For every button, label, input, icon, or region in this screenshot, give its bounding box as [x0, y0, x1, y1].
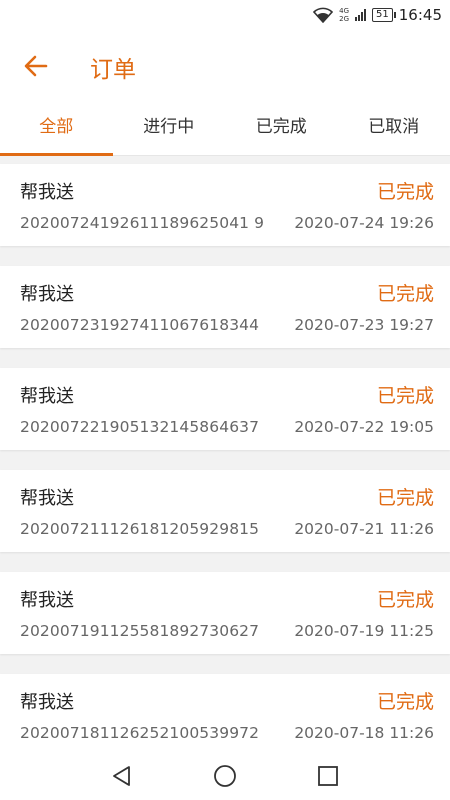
tab-completed[interactable]: 已完成 [225, 100, 338, 155]
page-title: 订单 [90, 57, 136, 83]
nav-recents-button[interactable] [315, 763, 341, 789]
nav-home-button[interactable] [212, 763, 238, 789]
wifi-icon [313, 7, 334, 23]
order-status: 已完成 [376, 181, 434, 203]
order-status: 已完成 [376, 691, 434, 713]
order-card[interactable]: 帮我送 已完成 202007211126181205929815 2020-07… [0, 470, 450, 552]
tab-all[interactable]: 全部 [0, 100, 113, 156]
order-number: 202007211126181205929815 [20, 520, 260, 538]
order-list: 帮我送 已完成 20200724192611189625041 9 2020-0… [0, 164, 450, 776]
triangle-back-icon [112, 766, 130, 786]
order-number: 202007231927411067618344 [20, 316, 260, 334]
system-nav-bar [0, 752, 450, 800]
network-type-bottom: 2G [339, 15, 350, 23]
order-title: 帮我送 [20, 182, 74, 203]
order-status: 已完成 [376, 385, 434, 407]
arrow-left-icon[interactable] [22, 54, 50, 78]
order-title: 帮我送 [20, 590, 74, 611]
order-number: 202007181126252100539972 [20, 724, 260, 742]
order-status: 已完成 [376, 487, 434, 509]
order-time: 2020-07-24 19:26 [294, 214, 434, 232]
battery-level: 51 [376, 9, 389, 20]
order-title: 帮我送 [20, 284, 74, 305]
order-card[interactable]: 帮我送 已完成 202007231927411067618344 2020-07… [0, 266, 450, 348]
order-card[interactable]: 帮我送 已完成 202007191125581892730627 2020-07… [0, 572, 450, 654]
order-time: 2020-07-21 11:26 [294, 520, 434, 538]
order-title: 帮我送 [20, 692, 74, 713]
order-card[interactable]: 帮我送 已完成 202007221905132145864637 2020-07… [0, 368, 450, 450]
order-card[interactable]: 帮我送 已完成 20200724192611189625041 9 2020-0… [0, 164, 450, 246]
nav-back-button[interactable] [109, 763, 135, 789]
order-number: 202007221905132145864637 [20, 418, 260, 436]
order-time: 2020-07-19 11:25 [294, 622, 434, 640]
square-recents-icon [318, 766, 339, 786]
order-title: 帮我送 [20, 488, 74, 509]
order-title: 帮我送 [20, 386, 74, 407]
order-status: 已完成 [376, 283, 434, 305]
order-time: 2020-07-23 19:27 [294, 316, 434, 334]
order-time: 2020-07-18 11:26 [294, 724, 434, 742]
clock: 16:45 [398, 6, 442, 24]
order-number: 20200724192611189625041 9 [20, 214, 265, 232]
network-type-top: 4G [339, 7, 350, 15]
tab-cancelled[interactable]: 已取消 [338, 100, 450, 155]
tab-in-progress[interactable]: 进行中 [113, 100, 226, 155]
app-header: 订单 [0, 30, 450, 100]
order-tabs: 全部 进行中 已完成 已取消 [0, 100, 450, 156]
order-number: 202007191125581892730627 [20, 622, 260, 640]
signal-icon [355, 9, 367, 21]
network-type: 4G 2G [339, 7, 349, 23]
order-status: 已完成 [376, 589, 434, 611]
circle-home-icon [214, 765, 236, 787]
order-time: 2020-07-22 19:05 [294, 418, 434, 436]
status-bar: 4G 2G 51 16:45 [0, 0, 450, 30]
battery-icon: 51 [372, 8, 396, 22]
order-card[interactable]: 帮我送 已完成 202007181126252100539972 2020-07… [0, 674, 450, 756]
